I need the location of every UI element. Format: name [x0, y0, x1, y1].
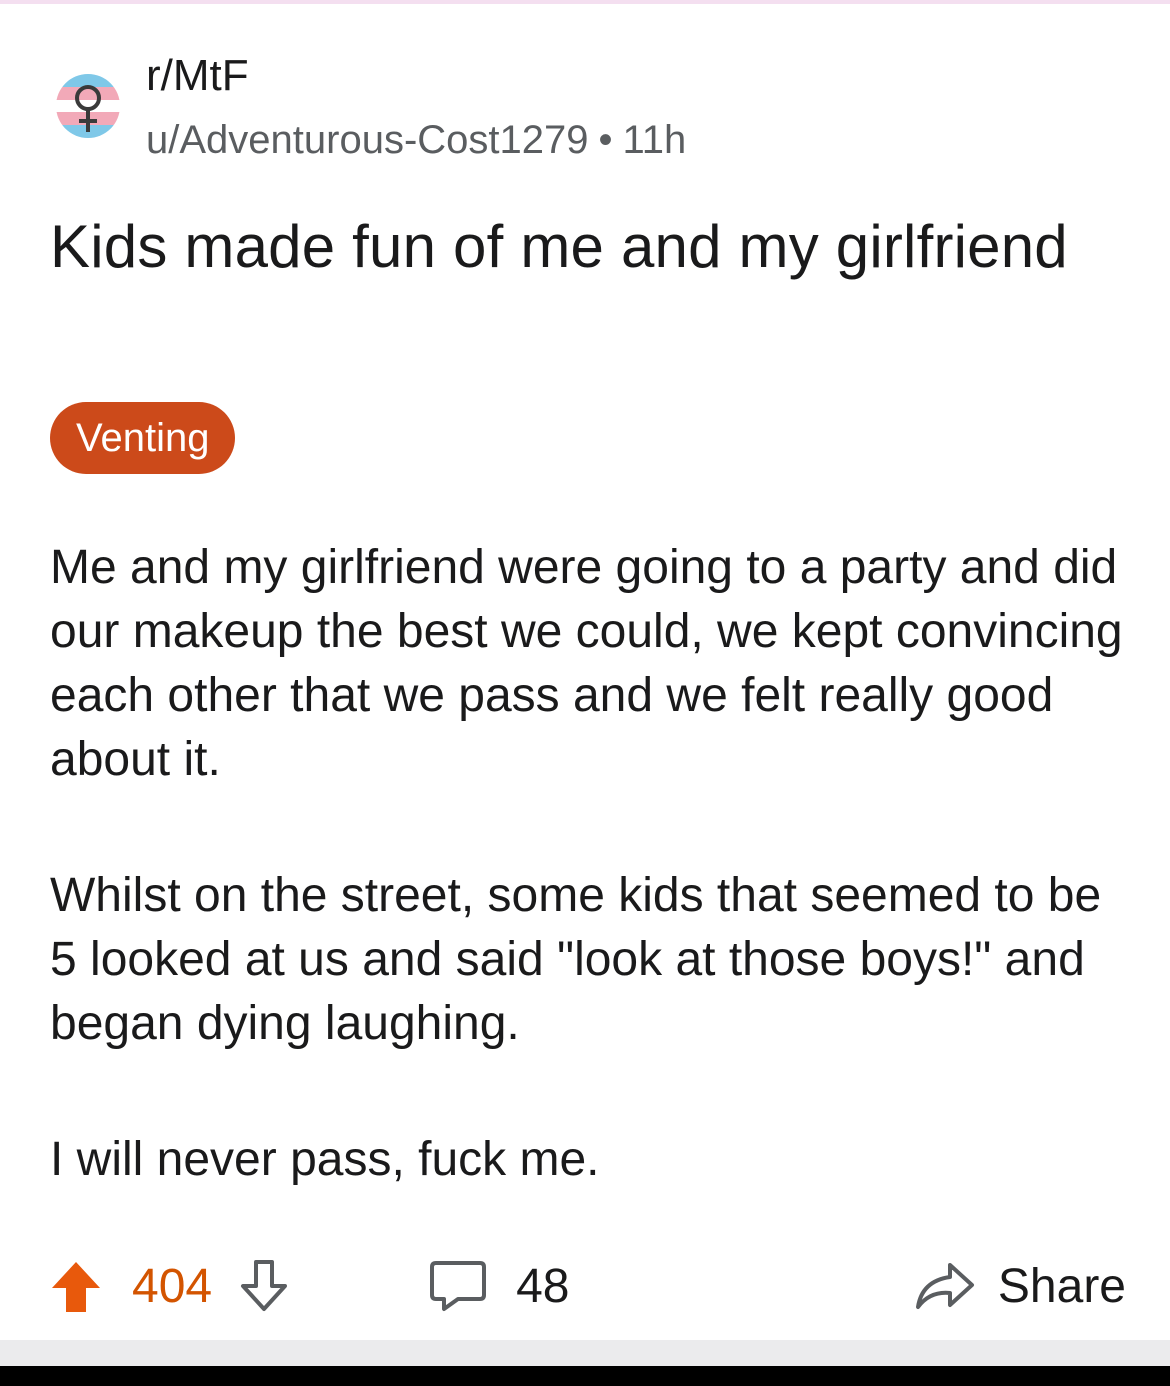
vote-score: 404 — [132, 1259, 213, 1313]
post-header: r/MtF u/Adventurous-Cost1279 • 11h — [48, 50, 686, 164]
comments-button[interactable]: 48 — [428, 1259, 569, 1314]
post-age: 11h — [622, 118, 687, 162]
upvote-arrow-icon[interactable] — [50, 1258, 102, 1314]
post-body: Me and my girlfriend were going to a par… — [50, 536, 1140, 1264]
action-bar: 404 48 Share — [50, 1250, 1126, 1322]
flair-badge[interactable]: Venting — [50, 402, 236, 474]
comment-bubble-icon — [428, 1259, 488, 1313]
subreddit-name[interactable]: r/MtF — [146, 50, 686, 102]
trans-flag-female-symbol-icon — [48, 66, 128, 146]
downvote-arrow-icon[interactable] — [238, 1258, 290, 1314]
share-arrow-icon — [914, 1259, 976, 1313]
vote-group: 404 — [50, 1258, 290, 1314]
share-button[interactable]: Share — [914, 1259, 1126, 1314]
subreddit-avatar[interactable] — [48, 66, 128, 146]
post-meta: r/MtF u/Adventurous-Cost1279 • 11h — [146, 50, 686, 164]
author-username[interactable]: u/Adventurous-Cost1279 — [146, 118, 589, 162]
byline: u/Adventurous-Cost1279 • 11h — [146, 116, 686, 164]
body-paragraph: I will never pass, fuck me. — [50, 1133, 600, 1186]
comment-count: 48 — [516, 1259, 570, 1313]
bottom-divider — [0, 1340, 1170, 1366]
body-paragraph: Whilst on the street, some kids that see… — [50, 869, 1102, 1050]
post-title[interactable]: Kids made fun of me and my girlfriend — [50, 212, 1130, 282]
byline-separator: • — [598, 118, 613, 162]
body-paragraph: Me and my girlfriend were going to a par… — [50, 541, 1123, 786]
top-edge-strip — [0, 0, 1170, 4]
share-label: Share — [997, 1259, 1126, 1313]
bottom-edge-bar — [0, 1366, 1170, 1386]
